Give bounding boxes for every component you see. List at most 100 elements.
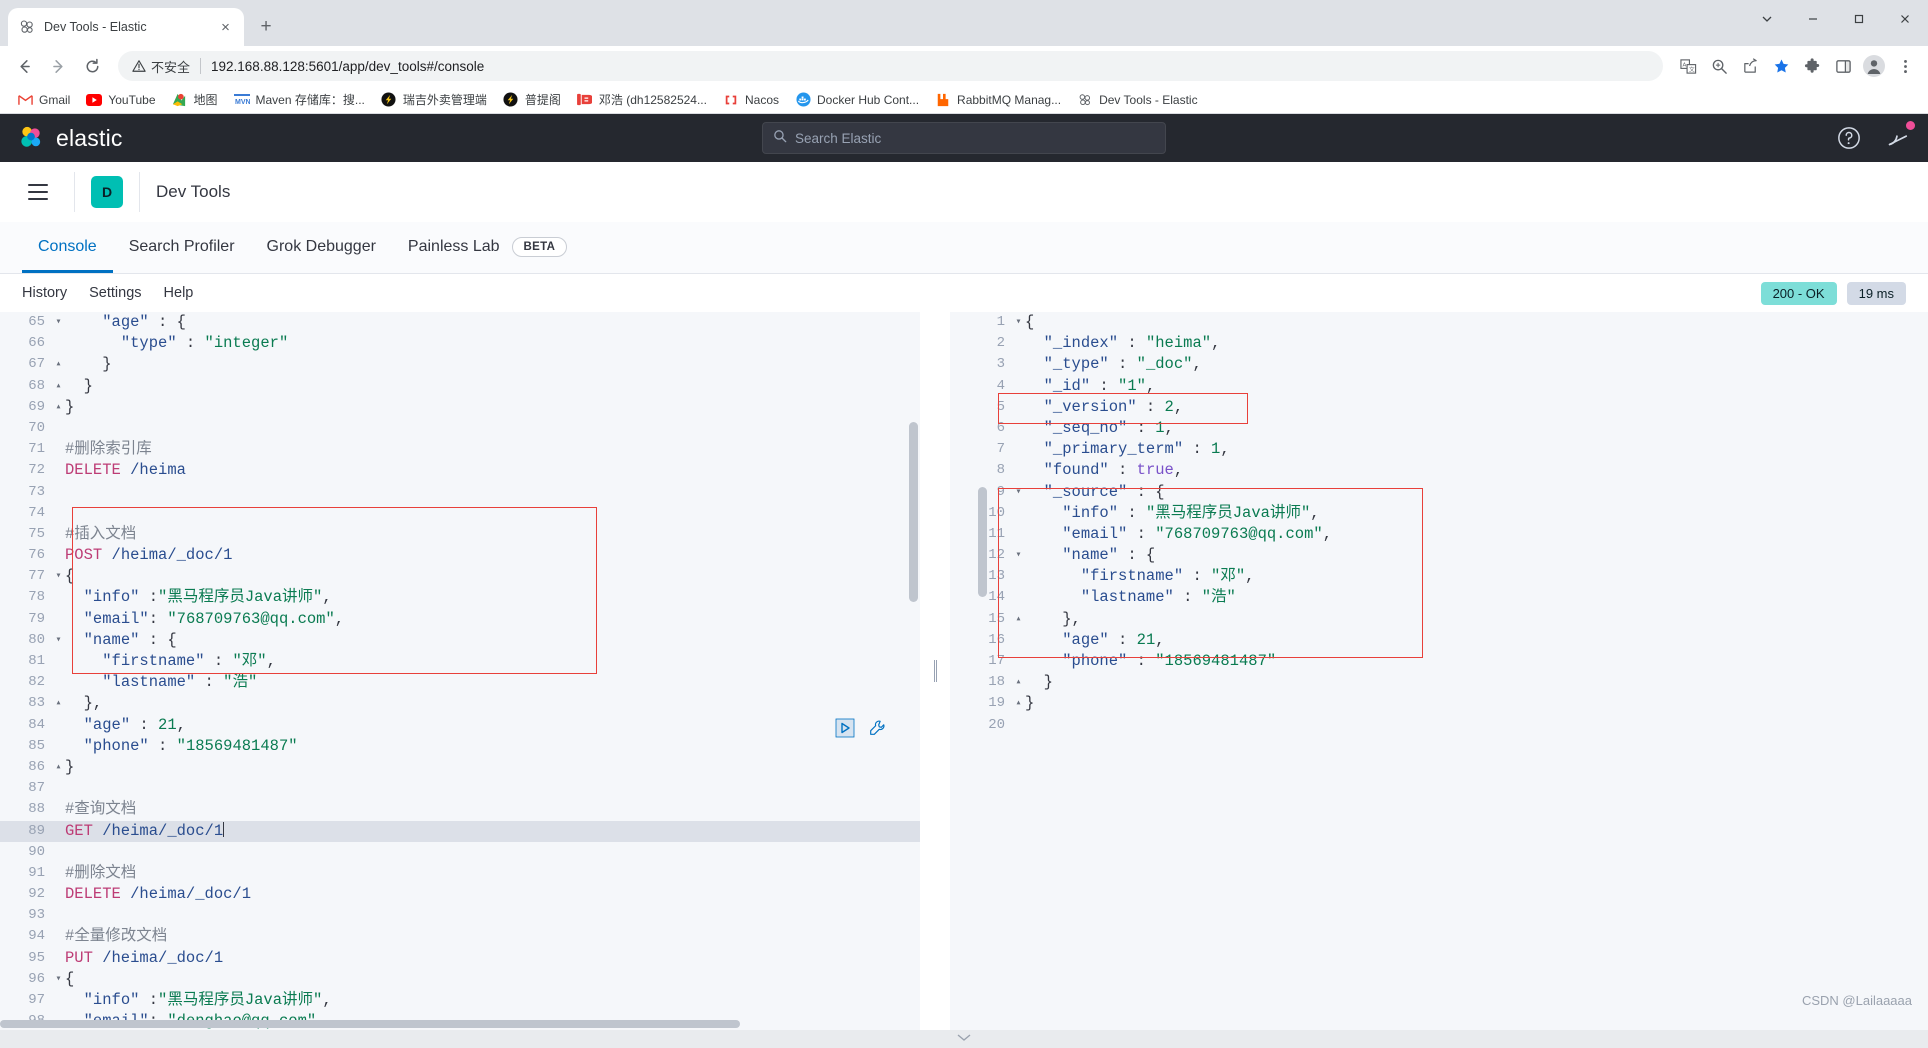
request-editor[interactable]: 65 ▾ "age" : {66 "type" : "integer" 67 ▴ } 6… <box>0 312 920 1030</box>
request-editor-pane[interactable]: 65 ▾ "age" : {66 "type" : "integer" 67 ▴ } 6… <box>0 312 920 1030</box>
minimize-button[interactable] <box>1790 0 1836 38</box>
back-icon[interactable] <box>8 50 40 82</box>
code-line[interactable]: 13 "firstname" : "邓", <box>950 566 1928 587</box>
code-line[interactable]: 96 ▾{ <box>0 969 920 990</box>
request-editor-scrollbar[interactable] <box>909 422 918 602</box>
fold-toggle-icon[interactable]: ▴ <box>52 757 65 778</box>
code-line[interactable]: 79 "email": "768709763@qq.com", <box>0 609 920 630</box>
code-line[interactable]: 68 ▴ } <box>0 376 920 397</box>
fold-toggle-icon[interactable]: ▴ <box>1012 609 1025 630</box>
chevron-down-icon[interactable] <box>1744 0 1790 38</box>
bookmark-maven[interactable]: MVN Maven 存储库：搜... <box>227 88 372 111</box>
code-line[interactable]: 72 DELETE /heima <box>0 460 920 481</box>
history-button[interactable]: History <box>22 285 67 301</box>
help-button[interactable]: Help <box>164 285 194 301</box>
code-line[interactable]: 71 #删除索引库 <box>0 439 920 460</box>
fold-toggle-icon[interactable]: ▴ <box>52 693 65 714</box>
extensions-puzzle-icon[interactable] <box>1797 51 1827 81</box>
code-line[interactable]: 73 <box>0 482 920 503</box>
code-line[interactable]: 69 ▴} <box>0 397 920 418</box>
code-line[interactable]: 78 "info" :"黑马程序员Java讲师", <box>0 587 920 608</box>
response-editor-pane[interactable]: 1 ▾{2 "_index" : "heima", 3 "_type" : "_do… <box>950 312 1928 1030</box>
bottom-scroll-strip[interactable] <box>0 1030 1928 1048</box>
forward-icon[interactable] <box>42 50 74 82</box>
code-line[interactable]: 15 ▴ }, <box>950 609 1928 630</box>
code-line[interactable]: 82 "lastname" : "浩" <box>0 672 920 693</box>
fold-toggle-icon[interactable]: ▾ <box>1012 545 1025 566</box>
code-line[interactable]: 18 ▴ } <box>950 672 1928 693</box>
response-editor-scrollbar[interactable] <box>978 487 987 597</box>
code-line[interactable]: 75 #插入文档 <box>0 524 920 545</box>
code-line[interactable]: 2 "_index" : "heima", <box>950 333 1928 354</box>
code-line[interactable]: 88 #查询文档 <box>0 799 920 820</box>
code-line[interactable]: 8 "found" : true, <box>950 460 1928 481</box>
fold-toggle-icon[interactable]: ▾ <box>52 312 65 333</box>
code-line[interactable]: 90 <box>0 842 920 863</box>
code-line[interactable]: 20 <box>950 715 1928 736</box>
code-line[interactable]: 67 ▴ } <box>0 354 920 375</box>
code-line[interactable]: 5 "_version" : 2, <box>950 397 1928 418</box>
code-line[interactable]: 17 "phone" : "18569481487" <box>950 651 1928 672</box>
code-line[interactable]: 10 "info" : "黑马程序员Java讲师", <box>950 503 1928 524</box>
code-line[interactable]: 3 "_type" : "_doc", <box>950 354 1928 375</box>
fold-toggle-icon[interactable]: ▾ <box>52 630 65 651</box>
code-line[interactable]: 91 #删除文档 <box>0 863 920 884</box>
bookmark-star-icon[interactable] <box>1766 51 1796 81</box>
search-input[interactable]: Search Elastic <box>762 122 1166 154</box>
bookmark-ruiji[interactable]: 瑞吉外卖管理端 <box>374 88 494 111</box>
chevron-down-icon[interactable] <box>957 1033 971 1045</box>
bookmark-devtools-elastic[interactable]: Dev Tools - Elastic <box>1070 89 1204 111</box>
bookmark-maps[interactable]: 地图 <box>165 88 225 111</box>
code-line[interactable]: 92 DELETE /heima/_doc/1 <box>0 884 920 905</box>
bookmark-csdn[interactable]: 邓浩 (dh12582524... <box>570 88 714 111</box>
tab-console[interactable]: Console <box>22 221 113 273</box>
code-line[interactable]: 77 ▾{ <box>0 566 920 587</box>
fold-toggle-icon[interactable]: ▴ <box>1012 672 1025 693</box>
not-secure-warning[interactable]: 不安全 <box>132 57 190 76</box>
sidepanel-icon[interactable] <box>1828 51 1858 81</box>
address-bar[interactable]: 不安全 192.168.88.128:5601/app/dev_tools#/c… <box>118 51 1663 81</box>
elastic-logo[interactable]: elastic <box>18 125 123 152</box>
notifications-icon[interactable] <box>1884 121 1915 151</box>
menu-hamburger-icon[interactable] <box>18 172 58 212</box>
code-line[interactable]: 84 "age" : 21, <box>0 715 920 736</box>
bookmark-rabbitmq[interactable]: RabbitMQ Manag... <box>928 89 1068 111</box>
code-line[interactable]: 4 "_id" : "1", <box>950 376 1928 397</box>
code-line[interactable]: 14 "lastname" : "浩" <box>950 587 1928 608</box>
maximize-button[interactable] <box>1836 0 1882 38</box>
fold-toggle-icon[interactable]: ▴ <box>52 354 65 375</box>
code-line[interactable]: 93 <box>0 905 920 926</box>
code-line[interactable]: 7 "_primary_term" : 1, <box>950 439 1928 460</box>
tab-painless-lab[interactable]: Painless Lab BETA <box>392 221 583 273</box>
code-line[interactable]: 87 <box>0 778 920 799</box>
code-line[interactable]: 85 "phone" : "18569481487" <box>0 736 920 757</box>
code-line[interactable]: 12 ▾ "name" : { <box>950 545 1928 566</box>
code-line[interactable]: 76 POST /heima/_doc/1 <box>0 545 920 566</box>
fold-toggle-icon[interactable]: ▾ <box>52 566 65 587</box>
code-line[interactable]: 81 "firstname" : "邓", <box>0 651 920 672</box>
new-tab-button[interactable]: + <box>252 13 280 41</box>
window-close-button[interactable] <box>1882 0 1928 38</box>
code-line[interactable]: 6 "_seq_no" : 1, <box>950 418 1928 439</box>
fold-toggle-icon[interactable]: ▴ <box>52 376 65 397</box>
code-line[interactable]: 74 <box>0 503 920 524</box>
code-line[interactable]: 1 ▾{ <box>950 312 1928 333</box>
reload-icon[interactable] <box>76 50 108 82</box>
bookmark-gmail[interactable]: Gmail <box>10 89 77 111</box>
bookmark-nacos[interactable]: Nacos <box>716 89 786 111</box>
code-line[interactable]: 83 ▴ }, <box>0 693 920 714</box>
translate-icon[interactable]: A文 <box>1673 51 1703 81</box>
code-line[interactable]: 95 PUT /heima/_doc/1 <box>0 948 920 969</box>
code-line[interactable]: 11 "email" : "768709763@qq.com", <box>950 524 1928 545</box>
share-icon[interactable] <box>1735 51 1765 81</box>
code-line[interactable]: 97 "info" :"黑马程序员Java讲师", <box>0 990 920 1011</box>
settings-button[interactable]: Settings <box>89 285 141 301</box>
bookmark-docker[interactable]: Docker Hub Cont... <box>788 89 926 111</box>
fold-toggle-icon[interactable]: ▴ <box>52 397 65 418</box>
code-line[interactable]: 19 ▴} <box>950 693 1928 714</box>
code-line[interactable]: 80 ▾ "name" : { <box>0 630 920 651</box>
wrench-icon[interactable] <box>864 717 890 739</box>
code-line[interactable]: 89 GET /heima/_doc/1 <box>0 820 920 842</box>
chrome-menu-icon[interactable] <box>1890 51 1920 81</box>
zoom-icon[interactable] <box>1704 51 1734 81</box>
